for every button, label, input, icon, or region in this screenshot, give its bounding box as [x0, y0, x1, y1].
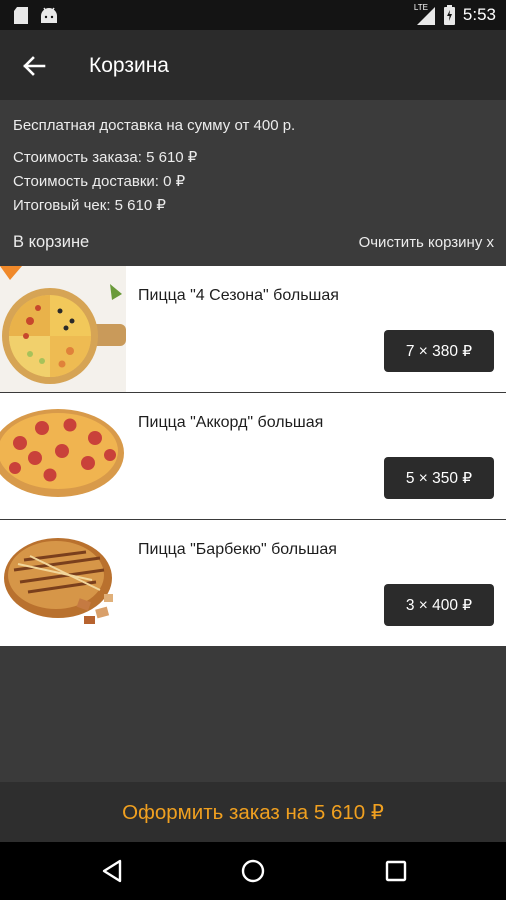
- back-button[interactable]: [18, 50, 50, 82]
- back-triangle-icon: [102, 859, 122, 883]
- arrow-back-icon: [23, 56, 46, 76]
- item-title: Пицца "Барбекю" большая: [138, 541, 337, 558]
- item-title: Пицца "Аккорд" большая: [138, 414, 324, 431]
- clear-cart-button[interactable]: Очистить корзину x: [359, 234, 494, 251]
- status-bar: LTE 5:53: [0, 0, 506, 30]
- cart-item[interactable]: Пицца "Аккорд" большая 5 × 350 ₽: [0, 393, 506, 519]
- order-summary: Бесплатная доставка на сумму от 400 р. С…: [0, 100, 506, 260]
- pizza-image: [0, 393, 126, 519]
- navigation-bar: [0, 842, 506, 900]
- home-circle-icon: [241, 859, 265, 883]
- pizza-image: [0, 266, 126, 392]
- status-time: 5:53: [462, 5, 496, 24]
- nav-home-button[interactable]: [238, 856, 268, 886]
- page-title: Корзина: [89, 54, 169, 77]
- status-bar-left: [14, 7, 58, 24]
- quantity-price-button[interactable]: 7 × 380 ₽: [384, 330, 494, 372]
- battery-icon: [443, 5, 455, 25]
- sd-card-icon: [14, 7, 28, 24]
- nav-back-button[interactable]: [98, 856, 128, 886]
- delivery-cost: Стоимость доставки: 0 ₽: [13, 173, 186, 190]
- lte-signal-icon: LTE: [414, 3, 436, 26]
- android-icon: [41, 7, 57, 23]
- app-bar: Корзина: [0, 30, 506, 100]
- quantity-price-button[interactable]: 3 × 400 ₽: [384, 584, 494, 626]
- status-bar-right: LTE 5:53: [414, 3, 496, 26]
- cart-header: В корзине: [13, 233, 90, 251]
- checkout-button[interactable]: Оформить заказ на 5 610 ₽: [0, 782, 506, 842]
- quantity-price-button[interactable]: 5 × 350 ₽: [384, 457, 494, 499]
- nav-recents-button[interactable]: [381, 856, 411, 886]
- item-title: Пицца "4 Сезона" большая: [138, 287, 339, 304]
- cart-item[interactable]: Пицца "Барбекю" большая 3 × 400 ₽: [0, 520, 506, 646]
- pizza-image: [0, 520, 126, 646]
- total-check: Итоговый чек: 5 610 ₽: [13, 197, 166, 214]
- recents-square-icon: [385, 860, 407, 882]
- free-delivery-note: Бесплатная доставка на сумму от 400 р.: [13, 117, 296, 134]
- cart-item[interactable]: Пицца "4 Сезона" большая 7 × 380 ₽: [0, 266, 506, 392]
- order-cost: Стоимость заказа: 5 610 ₽: [13, 149, 198, 166]
